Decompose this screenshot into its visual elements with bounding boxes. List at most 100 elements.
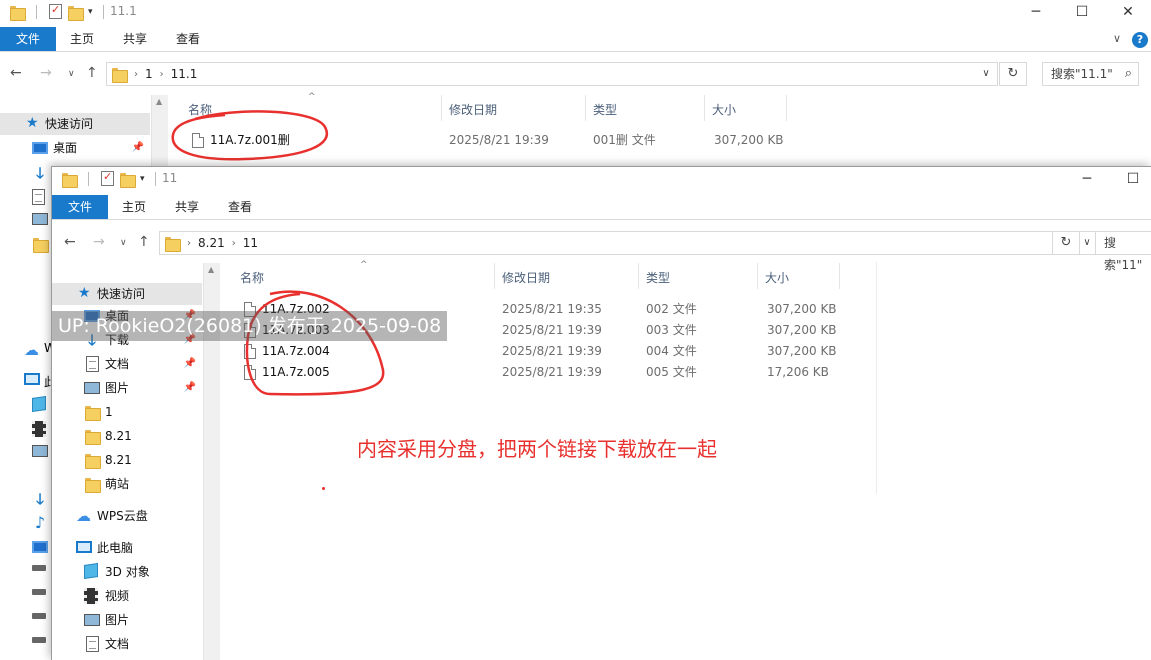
chevron-right-icon[interactable]: › bbox=[134, 69, 138, 80]
computer-icon[interactable] bbox=[24, 373, 40, 385]
nav-quick-access[interactable]: ★ 快速访问 bbox=[52, 283, 202, 305]
breadcrumb-item[interactable]: 11.1 bbox=[171, 67, 198, 81]
document-icon[interactable] bbox=[32, 189, 45, 205]
forward-arrow-icon[interactable]: → bbox=[40, 65, 52, 81]
nav-this-pc[interactable]: 此电脑 bbox=[52, 537, 202, 559]
column-divider[interactable] bbox=[638, 263, 639, 289]
search-input[interactable]: 搜索"11" bbox=[1095, 231, 1151, 272]
recent-locations-icon[interactable]: ∨ bbox=[120, 238, 127, 248]
column-divider[interactable] bbox=[839, 263, 840, 289]
file-modified: 2025/8/21 19:39 bbox=[502, 344, 602, 358]
column-divider[interactable] bbox=[786, 95, 787, 121]
video-icon[interactable] bbox=[32, 421, 46, 437]
nav-pictures-pc[interactable]: 图片 bbox=[52, 609, 202, 631]
nav-documents[interactable]: 文档 📌 bbox=[52, 353, 202, 375]
tab-home[interactable]: 主页 bbox=[110, 195, 158, 219]
pin-icon[interactable]: 📌 bbox=[184, 353, 196, 375]
nav-documents-pc[interactable]: 文档 bbox=[52, 633, 202, 655]
tab-view[interactable]: 查看 bbox=[216, 195, 264, 219]
pin-icon[interactable]: 📌 bbox=[184, 377, 196, 399]
nav-pictures[interactable]: 图片 📌 bbox=[52, 377, 202, 399]
nav-folder-8-21-b[interactable]: 8.21 bbox=[52, 449, 202, 471]
star-icon: ★ bbox=[78, 285, 91, 301]
red-circle-annotation bbox=[245, 290, 385, 396]
minimize-button[interactable]: ─ bbox=[1013, 0, 1059, 26]
up-arrow-icon[interactable]: ↑ bbox=[138, 234, 150, 250]
column-divider[interactable] bbox=[494, 263, 495, 289]
tab-share[interactable]: 共享 bbox=[163, 195, 211, 219]
expand-ribbon-icon[interactable]: ∨ bbox=[1113, 32, 1121, 45]
chevron-right-icon[interactable]: › bbox=[232, 238, 236, 249]
column-header-modified[interactable]: 修改日期 bbox=[502, 265, 550, 291]
3d-objects-icon[interactable] bbox=[32, 396, 46, 412]
tab-home[interactable]: 主页 bbox=[58, 27, 106, 51]
chevron-right-icon[interactable]: › bbox=[160, 69, 164, 80]
chevron-down-icon[interactable]: ∨ bbox=[975, 63, 997, 85]
tab-file[interactable]: 文件 bbox=[0, 27, 56, 51]
recent-locations-icon[interactable]: ∨ bbox=[68, 69, 75, 79]
column-divider[interactable] bbox=[441, 95, 442, 121]
refresh-button[interactable]: ↻ bbox=[999, 62, 1027, 86]
address-bar[interactable]: › 8.21 › 11 ∨ bbox=[159, 231, 1099, 255]
drive-icon[interactable] bbox=[32, 589, 46, 595]
file-modified: 2025/8/21 19:39 bbox=[449, 133, 549, 147]
cloud-icon[interactable]: ☁ bbox=[24, 342, 40, 358]
tab-view[interactable]: 查看 bbox=[164, 27, 212, 51]
tab-file[interactable]: 文件 bbox=[52, 195, 108, 219]
folder-icon[interactable] bbox=[33, 237, 49, 253]
refresh-button[interactable]: ↻ bbox=[1052, 231, 1080, 255]
column-header-size[interactable]: 大小 bbox=[765, 265, 789, 291]
column-divider[interactable] bbox=[704, 95, 705, 121]
new-folder-icon[interactable] bbox=[120, 172, 136, 188]
nav-quick-access[interactable]: ★ 快速访问 bbox=[0, 113, 150, 135]
pictures-icon[interactable] bbox=[32, 445, 48, 457]
nav-folder-8-21[interactable]: 8.21 bbox=[52, 425, 202, 447]
address-bar[interactable]: › 1 › 11.1 ∨ bbox=[106, 62, 998, 86]
drive-icon[interactable] bbox=[32, 565, 46, 571]
close-button[interactable]: ✕ bbox=[1105, 0, 1151, 26]
column-header-type[interactable]: 类型 bbox=[646, 265, 670, 291]
properties-icon[interactable] bbox=[49, 3, 62, 19]
nav-videos[interactable]: 视频 bbox=[52, 585, 202, 607]
desktop-icon[interactable] bbox=[32, 541, 48, 553]
column-header-type[interactable]: 类型 bbox=[593, 97, 617, 123]
search-input[interactable]: 搜索"11.1" ⌕ bbox=[1042, 62, 1139, 86]
up-arrow-icon[interactable]: ↑ bbox=[86, 65, 98, 81]
window-title: 11.1 bbox=[110, 4, 137, 18]
maximize-button[interactable]: ☐ bbox=[1059, 0, 1105, 26]
breadcrumb-item[interactable]: 11 bbox=[243, 236, 258, 250]
column-header-size[interactable]: 大小 bbox=[712, 97, 736, 123]
customize-toolbar-icon[interactable]: ▾ bbox=[88, 7, 93, 17]
back-arrow-icon[interactable]: ← bbox=[10, 65, 22, 81]
forward-arrow-icon[interactable]: → bbox=[93, 234, 105, 250]
maximize-button[interactable]: ☐ bbox=[1110, 167, 1151, 193]
help-icon[interactable]: ? bbox=[1132, 32, 1148, 48]
pin-icon[interactable]: 📌 bbox=[132, 137, 144, 159]
drive-icon[interactable] bbox=[32, 613, 46, 619]
folder-icon bbox=[85, 429, 101, 445]
column-divider[interactable] bbox=[585, 95, 586, 121]
properties-icon[interactable] bbox=[101, 170, 114, 186]
column-header-modified[interactable]: 修改日期 bbox=[449, 97, 497, 123]
nav-desktop[interactable]: 桌面 📌 bbox=[0, 137, 150, 159]
file-type: 003 文件 bbox=[646, 323, 697, 337]
customize-toolbar-icon[interactable]: ▾ bbox=[140, 174, 145, 184]
nav-folder-mengzhan[interactable]: 萌站 bbox=[52, 473, 202, 495]
new-folder-icon[interactable] bbox=[68, 5, 84, 21]
drive-icon[interactable] bbox=[32, 637, 46, 643]
nav-wps-cloud[interactable]: ☁ WPS云盘 bbox=[52, 505, 202, 527]
music-icon[interactable]: ♪ bbox=[32, 515, 48, 531]
breadcrumb-item[interactable]: 1 bbox=[145, 67, 153, 81]
column-divider[interactable] bbox=[757, 263, 758, 289]
breadcrumb-item[interactable]: 8.21 bbox=[198, 236, 225, 250]
nav-3d-objects[interactable]: 3D 对象 bbox=[52, 561, 202, 583]
title-bar: ▾ 11.1 ─ ☐ ✕ bbox=[0, 0, 1151, 26]
chevron-right-icon[interactable]: › bbox=[187, 238, 191, 249]
pictures-icon[interactable] bbox=[32, 213, 48, 225]
downloads-icon[interactable]: 🡓 bbox=[32, 165, 48, 181]
minimize-button[interactable]: ─ bbox=[1064, 167, 1110, 193]
nav-folder-1[interactable]: 1 bbox=[52, 401, 202, 423]
tab-share[interactable]: 共享 bbox=[111, 27, 159, 51]
back-arrow-icon[interactable]: ← bbox=[64, 234, 76, 250]
downloads-icon[interactable]: 🡓 bbox=[32, 491, 48, 507]
